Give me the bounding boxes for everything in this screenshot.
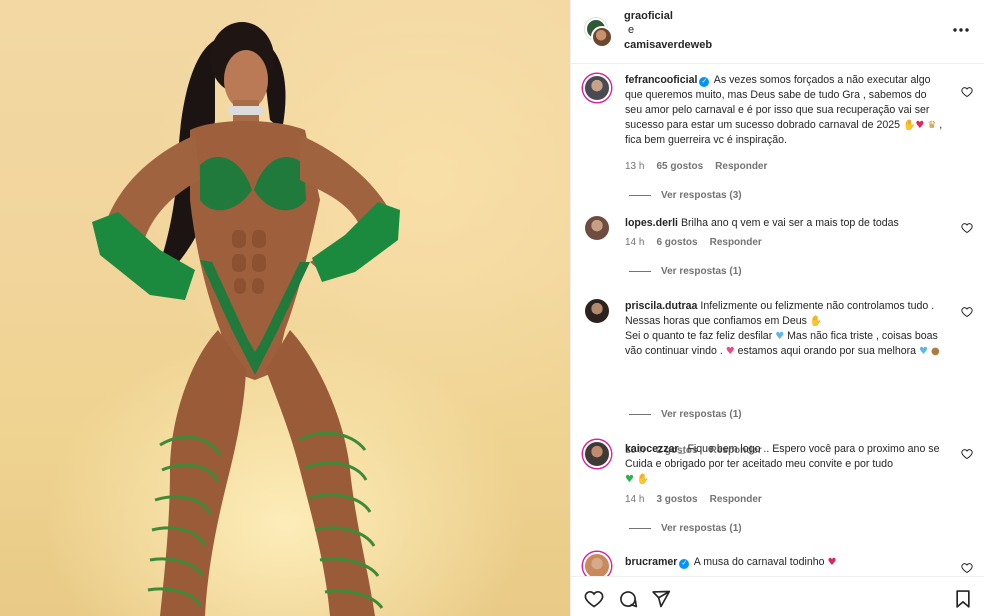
comment-username[interactable]: kaiocezzar_ [625, 443, 684, 455]
verified-badge-icon: ✓ [699, 77, 710, 87]
trophy-emoji-icon: ♛ [927, 120, 937, 131]
like-comment-heart-icon[interactable] [961, 86, 973, 98]
comment-likes[interactable]: 65 gostos [656, 161, 703, 172]
avatar[interactable] [583, 74, 611, 102]
praying-hands-emoji-icon: ✋ [902, 120, 916, 131]
comment-username[interactable]: lopes.derli [625, 217, 678, 229]
red-heart-emoji-icon: ♥ [915, 120, 925, 131]
comment-username[interactable]: brucramer [625, 556, 677, 568]
verified-badge-icon: ✓ [679, 559, 690, 569]
dog-emoji-icon: ● [930, 346, 940, 357]
view-replies-button[interactable]: Ver respostas (1) [629, 523, 742, 534]
comment-list[interactable]: fefrancooficial ✓ As vezes somos forçados… [571, 64, 984, 576]
comment-icon[interactable] [618, 589, 638, 609]
avatar[interactable] [583, 552, 611, 576]
more-horizontal-icon [953, 28, 969, 32]
comment-text: lopes.derli Brilha ano q vem e vai ser a… [625, 216, 945, 231]
comment-username[interactable]: priscila.dutraa [625, 300, 697, 312]
blue-heart-emoji-icon: ♥ [919, 346, 928, 357]
replies-divider [629, 194, 651, 196]
view-replies-button[interactable]: Ver respostas (1) [629, 409, 742, 420]
view-replies-button[interactable]: Ver respostas (1) [629, 266, 742, 277]
view-replies-button[interactable]: Ver respostas (3) [629, 190, 742, 201]
view-replies-label: Ver respostas (1) [661, 409, 742, 420]
comment-body: Brilha ano q vem e vai ser a mais top de… [680, 217, 899, 229]
instagram-post-view: graoficial e camisaverdeweb fefrancoofic… [0, 0, 984, 616]
red-heart-emoji-icon: ♥ [827, 557, 837, 568]
comment-text: fefrancooficial ✓ As vezes somos forçados… [625, 73, 945, 148]
avatar[interactable] [583, 214, 611, 242]
avatar[interactable] [583, 297, 611, 325]
avatar[interactable] [591, 26, 613, 48]
post-action-bar [571, 576, 984, 616]
view-replies-label: Ver respostas (3) [661, 190, 742, 201]
view-replies-label: Ver respostas (1) [661, 523, 742, 534]
reply-button[interactable]: Responder [710, 237, 762, 248]
author-username[interactable]: graoficial [624, 10, 673, 22]
replies-divider [629, 270, 651, 272]
like-comment-heart-icon[interactable] [961, 222, 973, 234]
photo-figure [92, 22, 400, 616]
like-comment-heart-icon[interactable] [961, 562, 973, 574]
comment-meta: 14 h 3 gostos Responder [625, 494, 774, 505]
like-comment-heart-icon[interactable] [961, 306, 973, 318]
replies-divider [629, 527, 651, 529]
comment-time[interactable]: 14 h [625, 237, 644, 248]
send-icon[interactable] [651, 589, 671, 609]
comment-text: kaiocezzar_ Fique bem logo .. Espero voc… [625, 442, 945, 487]
reply-button[interactable]: Responder [715, 161, 767, 172]
collaborator-username[interactable]: camisaverdeweb [624, 39, 712, 51]
more-options-button[interactable] [951, 20, 971, 40]
comment-body: A musa do carnaval todinho [693, 556, 825, 568]
blue-heart-emoji-icon: ♥ [775, 331, 785, 342]
collab-connector: e [628, 24, 635, 36]
comment-meta: 14 h 6 gostos Responder [625, 237, 774, 248]
heart-icon[interactable] [584, 589, 604, 609]
praying-hands-emoji-icon: ✋ [809, 316, 823, 327]
post-photo[interactable] [0, 0, 570, 616]
pink-heart-emoji-icon: ♥ [725, 346, 735, 357]
reply-button[interactable]: Responder [710, 494, 762, 505]
comment-time[interactable]: 13 h [625, 161, 644, 172]
comments-panel: graoficial e camisaverdeweb fefrancoofic… [570, 0, 984, 616]
like-comment-heart-icon[interactable] [961, 448, 973, 460]
comment-text: brucramer ✓ A musa do carnaval todinho ♥ [625, 555, 945, 570]
comment-text: priscila.dutraa Infelizmente ou felizmen… [625, 299, 945, 359]
replies-divider [629, 413, 651, 415]
comment-body: estamos aqui orando por sua melhora [737, 345, 917, 357]
bookmark-icon[interactable] [953, 589, 973, 609]
praying-hands-emoji-icon: ✋ [636, 474, 650, 485]
comment-body: Sei o quanto te faz feliz desfilar [625, 330, 773, 342]
comment-time[interactable]: 14 h [625, 494, 644, 505]
comment-likes[interactable]: 6 gostos [656, 237, 697, 248]
comment-username[interactable]: fefrancooficial [625, 74, 697, 86]
comment-meta: 13 h 65 gostos Responder [625, 161, 779, 172]
post-header: graoficial e camisaverdeweb [571, 0, 984, 64]
avatar[interactable] [583, 440, 611, 468]
comment-likes[interactable]: 3 gostos [656, 494, 697, 505]
green-heart-emoji-icon: ♥ [625, 474, 634, 485]
view-replies-label: Ver respostas (1) [661, 266, 742, 277]
